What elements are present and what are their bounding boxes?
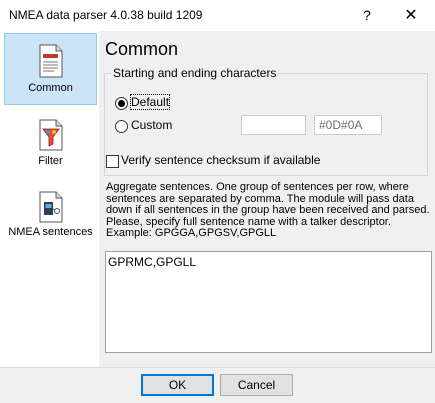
verify-checksum-label[interactable]: Verify sentence checksum if available: [121, 153, 320, 167]
group-label: Starting and ending characters: [111, 66, 279, 80]
aggregate-sentences-textarea[interactable]: GPRMC,GPGLL: [105, 251, 432, 353]
sidebar-item-common[interactable]: Common: [4, 33, 97, 105]
custom-start-input[interactable]: [241, 115, 306, 135]
window-title: NMEA data parser 4.0.38 build 1209: [9, 8, 203, 22]
filter-icon: [39, 119, 62, 151]
custom-radio[interactable]: [115, 120, 128, 133]
help-button[interactable]: ?: [345, 0, 389, 31]
sidebar-item-label: Common: [28, 82, 73, 94]
sidebar-item-label: NMEA sentences: [8, 226, 93, 238]
sidebar: Common Filter NMEA sentences: [0, 31, 99, 367]
default-radio-label[interactable]: Default: [129, 94, 171, 110]
verify-checksum-checkbox[interactable]: [106, 155, 119, 168]
nmea-sentences-icon: [39, 191, 62, 223]
ok-button[interactable]: OK: [141, 374, 214, 396]
sidebar-item-nmea-sentences[interactable]: NMEA sentences: [4, 191, 97, 253]
title-bar: NMEA data parser 4.0.38 build 1209 ? ✕: [0, 0, 435, 31]
document-icon: [39, 44, 62, 78]
custom-end-input[interactable]: #0D#0A: [314, 115, 382, 135]
aggregate-description: Aggregate sentences. One group of senten…: [106, 181, 430, 239]
dialog-footer: OK Cancel: [0, 367, 435, 403]
default-radio[interactable]: [115, 97, 128, 110]
close-button[interactable]: ✕: [389, 0, 433, 31]
sidebar-item-label: Filter: [38, 155, 63, 167]
custom-radio-label[interactable]: Custom: [131, 118, 172, 132]
cancel-button[interactable]: Cancel: [220, 374, 293, 396]
settings-panel: Common Starting and ending characters De…: [99, 31, 435, 367]
sidebar-item-filter[interactable]: Filter: [4, 119, 97, 169]
page-title: Common: [105, 39, 179, 59]
